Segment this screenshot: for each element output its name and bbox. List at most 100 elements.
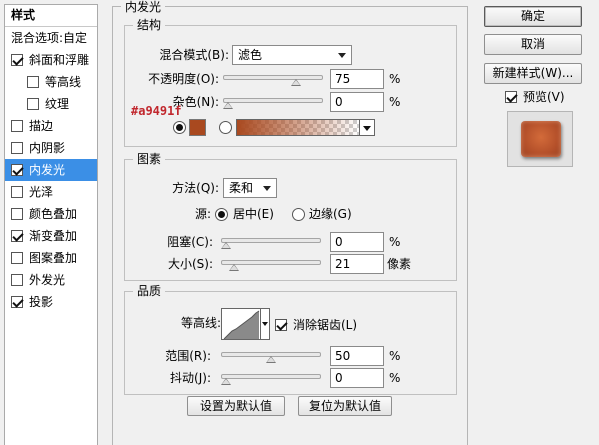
quality-group: 品质 等高线: 消除锯齿(L) 范围(R): 50 % 抖动(J): 0 %	[124, 284, 457, 395]
range-slider[interactable]	[221, 352, 321, 363]
chevron-down-icon	[263, 186, 271, 191]
preview-checkbox[interactable]	[505, 91, 517, 103]
style-checkbox-contour[interactable]	[27, 76, 39, 88]
jitter-unit: %	[389, 371, 401, 385]
set-default-button[interactable]: 设置为默认值	[187, 396, 285, 416]
style-checkbox-pattern-overlay[interactable]	[11, 252, 23, 264]
blend-options-item[interactable]: 混合选项:自定	[5, 27, 97, 49]
style-list-header[interactable]: 样式	[5, 5, 97, 27]
size-label: 大小(S):	[167, 257, 213, 271]
solid-color-radio[interactable]	[173, 121, 186, 134]
source-edge-radio[interactable]	[292, 208, 305, 221]
style-item-inner-glow[interactable]: 内发光	[5, 159, 97, 181]
style-checkbox-drop-shadow[interactable]	[11, 296, 23, 308]
jitter-slider[interactable]	[221, 374, 321, 385]
color-hex-annotation: #a9491f	[131, 104, 182, 118]
style-item-bevel-emboss[interactable]: 斜面和浮雕	[5, 49, 97, 71]
jitter-label: 抖动(J):	[170, 371, 211, 385]
noise-unit: %	[389, 95, 401, 109]
style-item-gradient-overlay[interactable]: 渐变叠加	[5, 225, 97, 247]
style-checkbox-gradient-overlay[interactable]	[11, 230, 23, 242]
reset-default-button[interactable]: 复位为默认值	[298, 396, 392, 416]
size-slider[interactable]	[221, 260, 321, 271]
jitter-slider-thumb[interactable]	[221, 378, 231, 385]
style-item-satin[interactable]: 光泽	[5, 181, 97, 203]
size-slider-thumb[interactable]	[228, 264, 239, 271]
technique-select[interactable]: 柔和	[223, 178, 277, 198]
contour-picker[interactable]	[221, 308, 261, 340]
technique-label: 方法(Q):	[172, 181, 219, 195]
source-label: 源:	[194, 207, 211, 221]
source-center-label[interactable]: 居中(E)	[233, 204, 274, 224]
range-unit: %	[389, 349, 401, 363]
style-item-outer-glow[interactable]: 外发光	[5, 269, 97, 291]
glow-color-swatch[interactable]	[189, 119, 206, 136]
antialias-checkbox[interactable]	[275, 319, 287, 331]
noise-slider[interactable]	[223, 98, 323, 109]
gradient-radio[interactable]	[219, 121, 232, 134]
style-label: 内发光	[29, 162, 66, 177]
blend-mode-value: 滤色	[238, 48, 263, 62]
opacity-input[interactable]: 75	[330, 69, 384, 89]
quality-title: 品质	[133, 284, 166, 299]
structure-title: 结构	[133, 18, 166, 33]
style-checkbox-inner-shadow[interactable]	[11, 142, 23, 154]
contour-dropdown-button[interactable]	[261, 308, 270, 340]
style-checkbox-bevel-emboss[interactable]	[11, 54, 23, 66]
style-item-stroke[interactable]: 描边	[5, 115, 97, 137]
size-input[interactable]: 21	[330, 254, 384, 274]
style-item-texture[interactable]: 纹理	[5, 93, 97, 115]
choke-label: 阻塞(C):	[167, 235, 213, 249]
style-item-drop-shadow[interactable]: 投影	[5, 291, 97, 313]
range-slider-thumb[interactable]	[266, 356, 276, 363]
style-label: 外发光	[29, 272, 66, 287]
size-unit: 像素	[387, 257, 412, 271]
style-checkbox-satin[interactable]	[11, 186, 23, 198]
blend-mode-label: 混合模式(B):	[159, 48, 229, 62]
style-preview	[507, 111, 573, 167]
inner-glow-panel: 内发光 结构 混合模式(B): 滤色 不透明度(O): 75 % 杂色(N): …	[112, 0, 468, 445]
choke-slider-thumb[interactable]	[221, 242, 231, 249]
style-checkbox-inner-glow[interactable]	[11, 164, 23, 176]
contour-label: 等高线:	[180, 316, 221, 330]
style-label: 斜面和浮雕	[29, 52, 90, 67]
contour-curve-icon	[223, 310, 260, 339]
glow-gradient-preview[interactable]	[236, 119, 360, 136]
style-label: 光泽	[29, 184, 54, 199]
style-label: 图案叠加	[29, 250, 78, 265]
noise-input[interactable]: 0	[330, 92, 384, 112]
blend-mode-select[interactable]: 滤色	[232, 45, 352, 65]
range-label: 范围(R):	[165, 349, 211, 363]
range-input[interactable]: 50	[330, 346, 384, 366]
noise-slider-thumb[interactable]	[223, 102, 233, 109]
elements-title: 图素	[133, 152, 166, 167]
elements-group: 图素 方法(Q): 柔和 源: 居中(E) 边缘(G) 阻塞(C): 0 % 大…	[124, 152, 457, 281]
opacity-slider-thumb[interactable]	[290, 79, 301, 86]
gradient-picker-button[interactable]	[359, 119, 375, 136]
style-checkbox-stroke[interactable]	[11, 120, 23, 132]
style-label: 内阴影	[29, 140, 66, 155]
source-center-radio[interactable]	[215, 208, 228, 221]
style-item-color-overlay[interactable]: 颜色叠加	[5, 203, 97, 225]
preview-option[interactable]: 预览(V)	[505, 88, 565, 106]
chevron-down-icon	[338, 53, 346, 58]
style-label: 投影	[29, 294, 54, 309]
style-item-pattern-overlay[interactable]: 图案叠加	[5, 247, 97, 269]
new-style-button[interactable]: 新建样式(W)...	[484, 63, 582, 84]
ok-button[interactable]: 确定	[484, 6, 582, 27]
style-checkbox-texture[interactable]	[27, 98, 39, 110]
source-edge-label[interactable]: 边缘(G)	[309, 204, 352, 224]
opacity-label: 不透明度(O):	[148, 72, 219, 86]
preview-label: 预览(V)	[523, 90, 565, 104]
opacity-unit: %	[389, 72, 401, 86]
style-checkbox-outer-glow[interactable]	[11, 274, 23, 286]
jitter-input[interactable]: 0	[330, 368, 384, 388]
choke-slider[interactable]	[221, 238, 321, 249]
style-item-contour[interactable]: 等高线	[5, 71, 97, 93]
style-item-inner-shadow[interactable]: 内阴影	[5, 137, 97, 159]
antialias-option[interactable]: 消除锯齿(L)	[275, 316, 357, 334]
choke-input[interactable]: 0	[330, 232, 384, 252]
cancel-button[interactable]: 取消	[484, 34, 582, 55]
style-checkbox-color-overlay[interactable]	[11, 208, 23, 220]
opacity-slider[interactable]	[223, 75, 323, 86]
